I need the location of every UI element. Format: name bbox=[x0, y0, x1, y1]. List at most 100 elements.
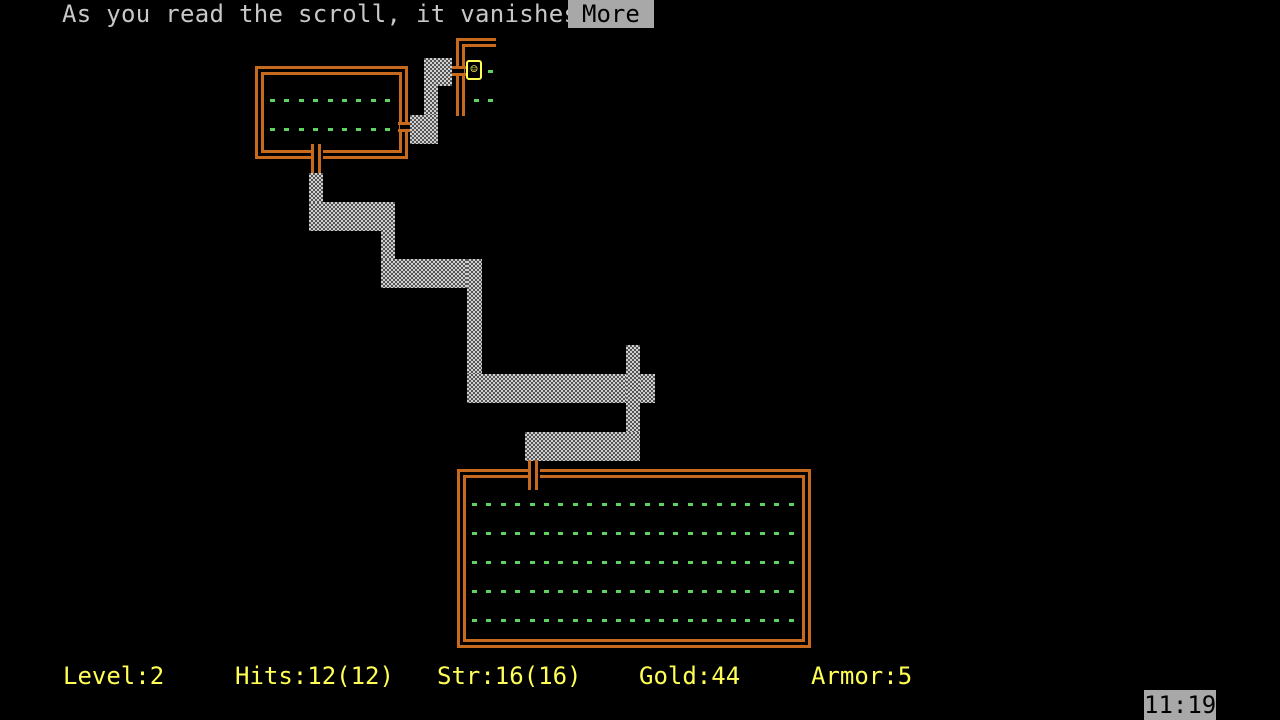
floor-tile bbox=[468, 532, 482, 535]
floor-tile bbox=[511, 561, 525, 564]
floor-tile bbox=[540, 503, 554, 506]
floor-tile bbox=[266, 128, 280, 131]
floor-tile bbox=[698, 503, 712, 506]
floor-tile bbox=[583, 619, 597, 622]
floor-tile bbox=[655, 590, 669, 593]
floor-tile bbox=[785, 532, 799, 535]
floor-tile bbox=[727, 561, 741, 564]
floor-tile bbox=[554, 590, 568, 593]
floor-tile bbox=[482, 561, 496, 564]
floor-tile bbox=[785, 590, 799, 593]
floor-tile bbox=[612, 503, 626, 506]
room-wall-inner bbox=[261, 72, 402, 153]
floor-tile bbox=[482, 503, 496, 506]
floor-tile bbox=[713, 561, 727, 564]
floor-tile bbox=[770, 561, 784, 564]
floor-tile bbox=[684, 619, 698, 622]
floor-tile bbox=[727, 532, 741, 535]
floor-tile bbox=[266, 99, 280, 102]
floor-tile bbox=[669, 619, 683, 622]
status-armor: Armor:5 bbox=[811, 662, 913, 690]
floor-tile bbox=[569, 532, 583, 535]
floor-tile bbox=[569, 590, 583, 593]
floor-tile bbox=[468, 503, 482, 506]
floor-tile bbox=[669, 561, 683, 564]
floor-tile bbox=[468, 590, 482, 593]
floor-tile bbox=[482, 619, 496, 622]
floor-tile bbox=[497, 561, 511, 564]
floor-tile bbox=[655, 619, 669, 622]
floor-tile bbox=[367, 128, 381, 131]
status-level: Level:2 bbox=[63, 662, 165, 690]
floor-tile bbox=[727, 619, 741, 622]
floor-tile bbox=[641, 619, 655, 622]
floor-tile bbox=[511, 619, 525, 622]
floor-tile bbox=[280, 128, 294, 131]
floor-tile bbox=[713, 532, 727, 535]
floor-tile bbox=[756, 532, 770, 535]
floor-tile bbox=[526, 561, 540, 564]
floor-tile bbox=[598, 590, 612, 593]
floor-tile bbox=[598, 561, 612, 564]
floor-tile bbox=[770, 619, 784, 622]
floor-row bbox=[470, 99, 499, 102]
floor-tile bbox=[626, 532, 640, 535]
floor-tile bbox=[626, 619, 640, 622]
floor-tile bbox=[669, 503, 683, 506]
floor-tile bbox=[612, 532, 626, 535]
more-prompt[interactable]: More bbox=[568, 0, 654, 28]
floor-row bbox=[468, 590, 799, 593]
floor-tile bbox=[583, 561, 597, 564]
floor-tile bbox=[669, 532, 683, 535]
floor-tile bbox=[741, 503, 755, 506]
floor-tile bbox=[352, 128, 366, 131]
floor-tile bbox=[756, 503, 770, 506]
floor-tile bbox=[484, 70, 498, 73]
floor-row bbox=[468, 619, 799, 622]
floor-tile bbox=[497, 532, 511, 535]
corridor bbox=[410, 115, 438, 144]
floor-tile bbox=[698, 590, 712, 593]
door[interactable] bbox=[311, 144, 321, 174]
floor-row bbox=[468, 503, 799, 506]
floor-tile bbox=[785, 503, 799, 506]
floor-row bbox=[266, 99, 396, 102]
floor-tile bbox=[569, 503, 583, 506]
floor-tile bbox=[741, 619, 755, 622]
room-wall-inner bbox=[462, 44, 496, 116]
floor-tile bbox=[338, 128, 352, 131]
floor-tile bbox=[367, 99, 381, 102]
floor-tile bbox=[540, 619, 554, 622]
floor-tile bbox=[598, 503, 612, 506]
floor-tile bbox=[497, 590, 511, 593]
floor-tile bbox=[324, 128, 338, 131]
floor-tile bbox=[554, 532, 568, 535]
floor-tile bbox=[583, 532, 597, 535]
door[interactable] bbox=[452, 66, 466, 76]
floor-tile bbox=[324, 99, 338, 102]
floor-tile bbox=[280, 99, 294, 102]
floor-tile bbox=[511, 590, 525, 593]
floor-tile bbox=[511, 532, 525, 535]
floor-tile bbox=[309, 99, 323, 102]
floor-tile bbox=[470, 99, 484, 102]
floor-tile bbox=[569, 619, 583, 622]
floor-row bbox=[468, 561, 799, 564]
floor-tile bbox=[381, 99, 395, 102]
floor-tile bbox=[598, 619, 612, 622]
status-gold: Gold:44 bbox=[639, 662, 741, 690]
floor-tile bbox=[770, 503, 784, 506]
floor-tile bbox=[669, 590, 683, 593]
floor-row bbox=[468, 532, 799, 535]
floor-tile bbox=[684, 532, 698, 535]
floor-tile bbox=[713, 590, 727, 593]
floor-tile bbox=[641, 503, 655, 506]
floor-tile bbox=[727, 503, 741, 506]
door[interactable] bbox=[528, 460, 538, 490]
floor-tile bbox=[511, 503, 525, 506]
floor-tile bbox=[713, 503, 727, 506]
floor-tile bbox=[698, 532, 712, 535]
room-wall-inner bbox=[463, 475, 805, 642]
floor-tile bbox=[554, 619, 568, 622]
floor-tile bbox=[684, 590, 698, 593]
